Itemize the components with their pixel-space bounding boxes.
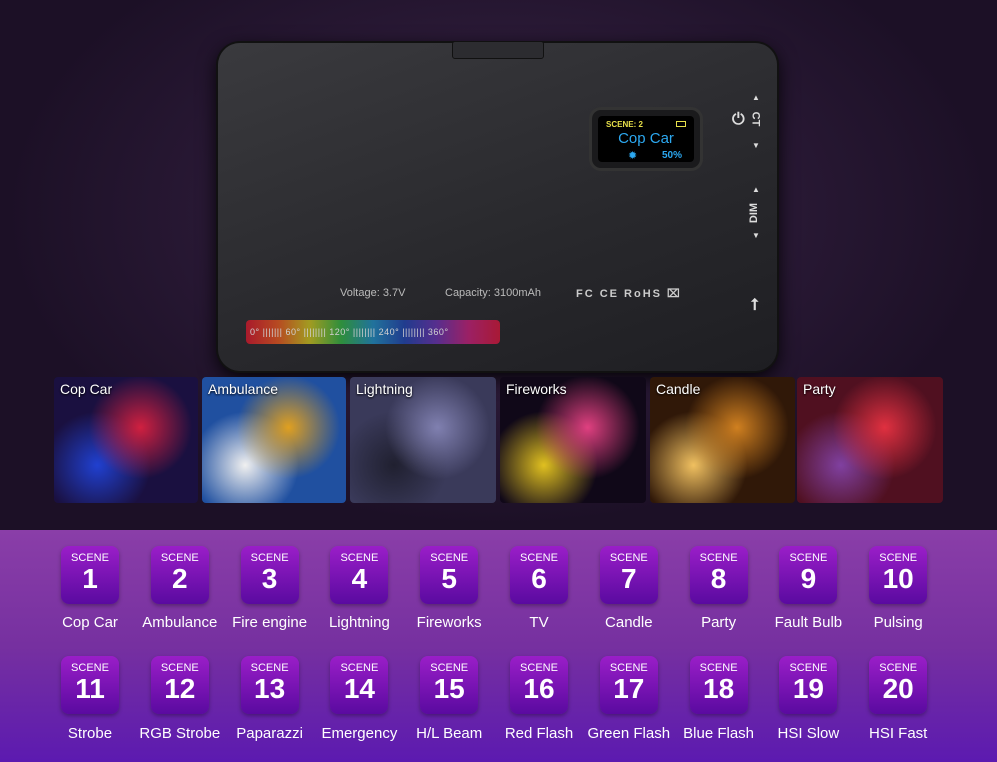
scene-number: 9	[800, 563, 817, 594]
scene-tile: SCENE 13	[240, 656, 299, 714]
scene-tile: SCENE 12	[150, 656, 209, 714]
scene-photo: Fireworks	[500, 377, 646, 503]
scene-number: 8	[710, 563, 727, 594]
scene-number: 10	[882, 563, 914, 594]
scene-tile: SCENE 3	[240, 546, 299, 604]
scene-name: Pulsing	[873, 614, 923, 631]
scene-number: 14	[343, 673, 375, 704]
photo-label: Lightning	[356, 381, 413, 397]
scene-number: 3	[261, 563, 278, 594]
scene-number: 11	[75, 673, 105, 704]
scene-name: HSI Fast	[869, 725, 928, 742]
scene-number: 16	[523, 673, 555, 704]
scene-number: 6	[531, 563, 547, 594]
scene-number: 17	[613, 673, 645, 704]
scene-tile: SCENE 16	[510, 656, 568, 714]
voltage-text: Voltage: 3.7V	[340, 287, 406, 299]
scene-tile: SCENE 7	[599, 546, 658, 604]
scene-tile: SCENE 19	[779, 656, 838, 714]
battery-icon	[676, 121, 686, 127]
scene-tile: SCENE 2	[150, 546, 209, 604]
scene-number: 20	[882, 673, 914, 704]
scene-tile: SCENE 4	[330, 546, 389, 604]
scene-tile: SCENE 20	[869, 656, 928, 714]
ct-up-arrow[interactable]: ▲	[752, 93, 760, 102]
scene-tile: SCENE 1	[61, 546, 119, 604]
scene-tile: SCENE 5	[420, 546, 479, 604]
scene-number: 1	[82, 563, 98, 594]
photo-label: Party	[803, 381, 836, 397]
scene-tile: SCENE 10	[869, 546, 928, 604]
power-icon[interactable]: ⏻	[732, 111, 745, 129]
certification-marks: FC CE RoHS ⌧	[576, 288, 682, 300]
photo-label: Ambulance	[208, 381, 279, 397]
scene-tile: SCENE 8	[689, 546, 748, 604]
dim-label: DIM	[748, 202, 761, 224]
scene-number: 12	[164, 673, 196, 704]
scene-photo: Party	[797, 377, 943, 503]
scene-number: 13	[254, 673, 286, 704]
scene-number: 4	[351, 563, 368, 594]
capacity-text: Capacity: 3100mAh	[445, 287, 541, 299]
photo-label: Fireworks	[506, 381, 567, 397]
hue-scale: 0° ||||||| 60° |||||||| 120° |||||||| 24…	[246, 320, 500, 344]
scene-tile: SCENE 14	[330, 656, 389, 714]
brightness-value: 50%	[661, 150, 682, 161]
brightness-icon: ✹	[628, 150, 638, 162]
scene-photo: Candle	[650, 377, 795, 503]
photo-label: Candle	[656, 381, 701, 397]
ct-down-arrow[interactable]: ▼	[752, 141, 760, 150]
dim-down-arrow[interactable]: ▼	[752, 231, 760, 240]
scene-number: 2	[172, 563, 188, 594]
scene-photo: Ambulance	[202, 377, 346, 503]
scene-number: 7	[621, 563, 637, 594]
photo-label: Cop Car	[60, 381, 113, 397]
scene-number: 18	[703, 673, 735, 704]
top-button[interactable]	[452, 41, 544, 59]
scene-number: 2	[638, 120, 643, 129]
ct-label: CT	[749, 111, 762, 127]
scene-tile: SCENE 18	[689, 656, 748, 714]
usb-icon: ⭠	[746, 297, 764, 311]
led-light-panel: SCENE: 2 Cop Car ✹ 50% ⏻ ▲ CT ▼ ▲ DIM ▼ …	[218, 41, 777, 371]
dim-up-arrow[interactable]: ▲	[752, 185, 760, 194]
scene-photo: Lightning	[350, 377, 496, 503]
scene-number: 15	[433, 673, 465, 704]
scene-tile: SCENE 15	[420, 656, 479, 714]
scene-number: 5	[441, 563, 457, 594]
scene-tile: SCENE 6	[510, 546, 568, 604]
scene-number: 19	[792, 673, 824, 704]
oled-screen: SCENE: 2 Cop Car ✹ 50%	[589, 107, 703, 171]
scene-tile: SCENE 9	[779, 546, 838, 604]
scene-name: Cop Car	[618, 130, 674, 147]
scene-label: SCENE:	[606, 120, 637, 129]
scene-tile: SCENE 17	[599, 656, 658, 714]
scene-tile: SCENE 11	[61, 656, 119, 714]
scene-photo: Cop Car	[54, 377, 198, 503]
